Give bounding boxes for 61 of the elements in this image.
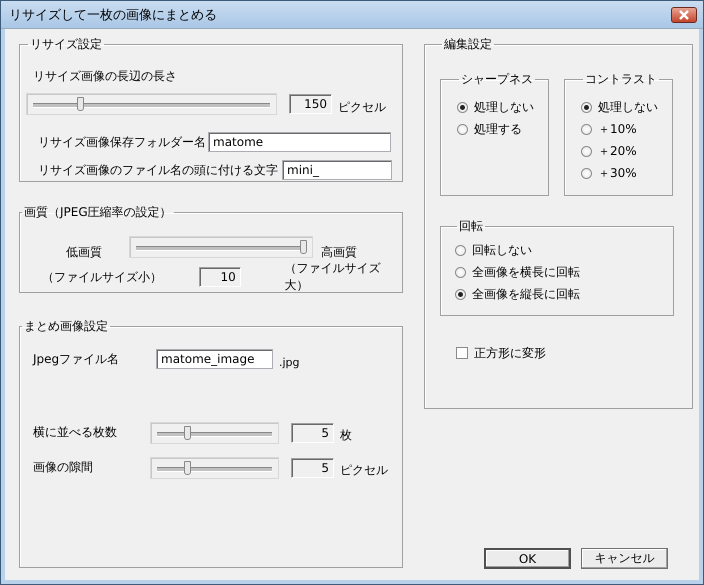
- checkbox-label: 正方形に変形: [474, 344, 546, 362]
- option-label: 全画像を横長に回転: [472, 264, 580, 280]
- size-note: （ファイルサイズ大）: [284, 260, 382, 294]
- slider-thumb[interactable]: [184, 460, 192, 474]
- radio-button[interactable]: [581, 124, 592, 134]
- radio-button[interactable]: [457, 124, 468, 134]
- text-field[interactable]: matome_image: [156, 349, 273, 369]
- unit-label: 枚: [340, 427, 352, 444]
- value-box: 150: [289, 94, 332, 114]
- option-label: 処理しない: [474, 98, 534, 116]
- radio-button[interactable]: [581, 102, 592, 112]
- radio-button[interactable]: [457, 102, 468, 112]
- group-title: まとめ画像設定: [23, 318, 109, 335]
- slider[interactable]: [129, 236, 313, 258]
- slider[interactable]: [150, 422, 279, 444]
- group-title: 回転: [458, 218, 484, 235]
- unit-label: ピクセル: [340, 462, 388, 479]
- radio-button[interactable]: [581, 146, 592, 156]
- extension-label: .jpg: [279, 356, 300, 368]
- window-title: リサイズして一枚の画像にまとめる: [9, 6, 218, 24]
- group-title: 編集設定: [443, 36, 493, 53]
- checkbox[interactable]: [456, 347, 468, 359]
- ok-button[interactable]: OK: [484, 548, 571, 569]
- quality-label: 低画質: [66, 244, 103, 261]
- size-note: （ファイルサイズ小）: [42, 268, 163, 286]
- value-box: 5: [291, 422, 334, 442]
- option-label: 処理する: [474, 120, 522, 138]
- group-title: シャープネス: [460, 71, 534, 88]
- field-label: 画像の隙間: [33, 459, 94, 476]
- slider-thumb[interactable]: [184, 426, 192, 440]
- radio-button[interactable]: [455, 288, 466, 300]
- option-label: 回転しない: [472, 242, 532, 258]
- group-title: 画質（JPEG圧縮率の設定）: [23, 204, 173, 221]
- option-label: ＋20%: [598, 142, 637, 160]
- unit-label: ピクセル: [338, 99, 386, 116]
- group-title: コントラスト: [584, 71, 658, 88]
- option-label: 処理しない: [598, 98, 658, 116]
- option-label: 全画像を縦長に回転: [472, 286, 580, 302]
- quality-label: 高画質: [321, 244, 357, 261]
- text-field[interactable]: mini_: [282, 160, 392, 180]
- slider[interactable]: [150, 456, 279, 478]
- field-label: Jpegファイル名: [33, 350, 120, 368]
- cancel-button[interactable]: キャンセル: [581, 548, 668, 569]
- radio-button[interactable]: [581, 168, 592, 178]
- option-label: ＋10%: [598, 120, 637, 138]
- text-field[interactable]: matome: [208, 132, 391, 152]
- slider[interactable]: [26, 92, 277, 114]
- field-label: リサイズ画像のファイル名の頭に付ける文字: [38, 162, 279, 178]
- option-label: ＋30%: [598, 164, 637, 182]
- close-button[interactable]: [671, 6, 697, 22]
- close-icon: [678, 10, 690, 20]
- field-label: リサイズ画像保存フォルダー名: [38, 134, 207, 150]
- value-box: 10: [198, 267, 241, 287]
- value-box: 5: [291, 458, 334, 478]
- slider-thumb[interactable]: [300, 240, 307, 254]
- radio-button[interactable]: [455, 266, 466, 278]
- radio-button[interactable]: [455, 244, 466, 256]
- field-label: リサイズ画像の長辺の長さ: [33, 68, 178, 85]
- field-label: 横に並べる枚数: [33, 424, 118, 441]
- slider-thumb[interactable]: [76, 96, 84, 110]
- group-title: リサイズ設定: [29, 36, 103, 53]
